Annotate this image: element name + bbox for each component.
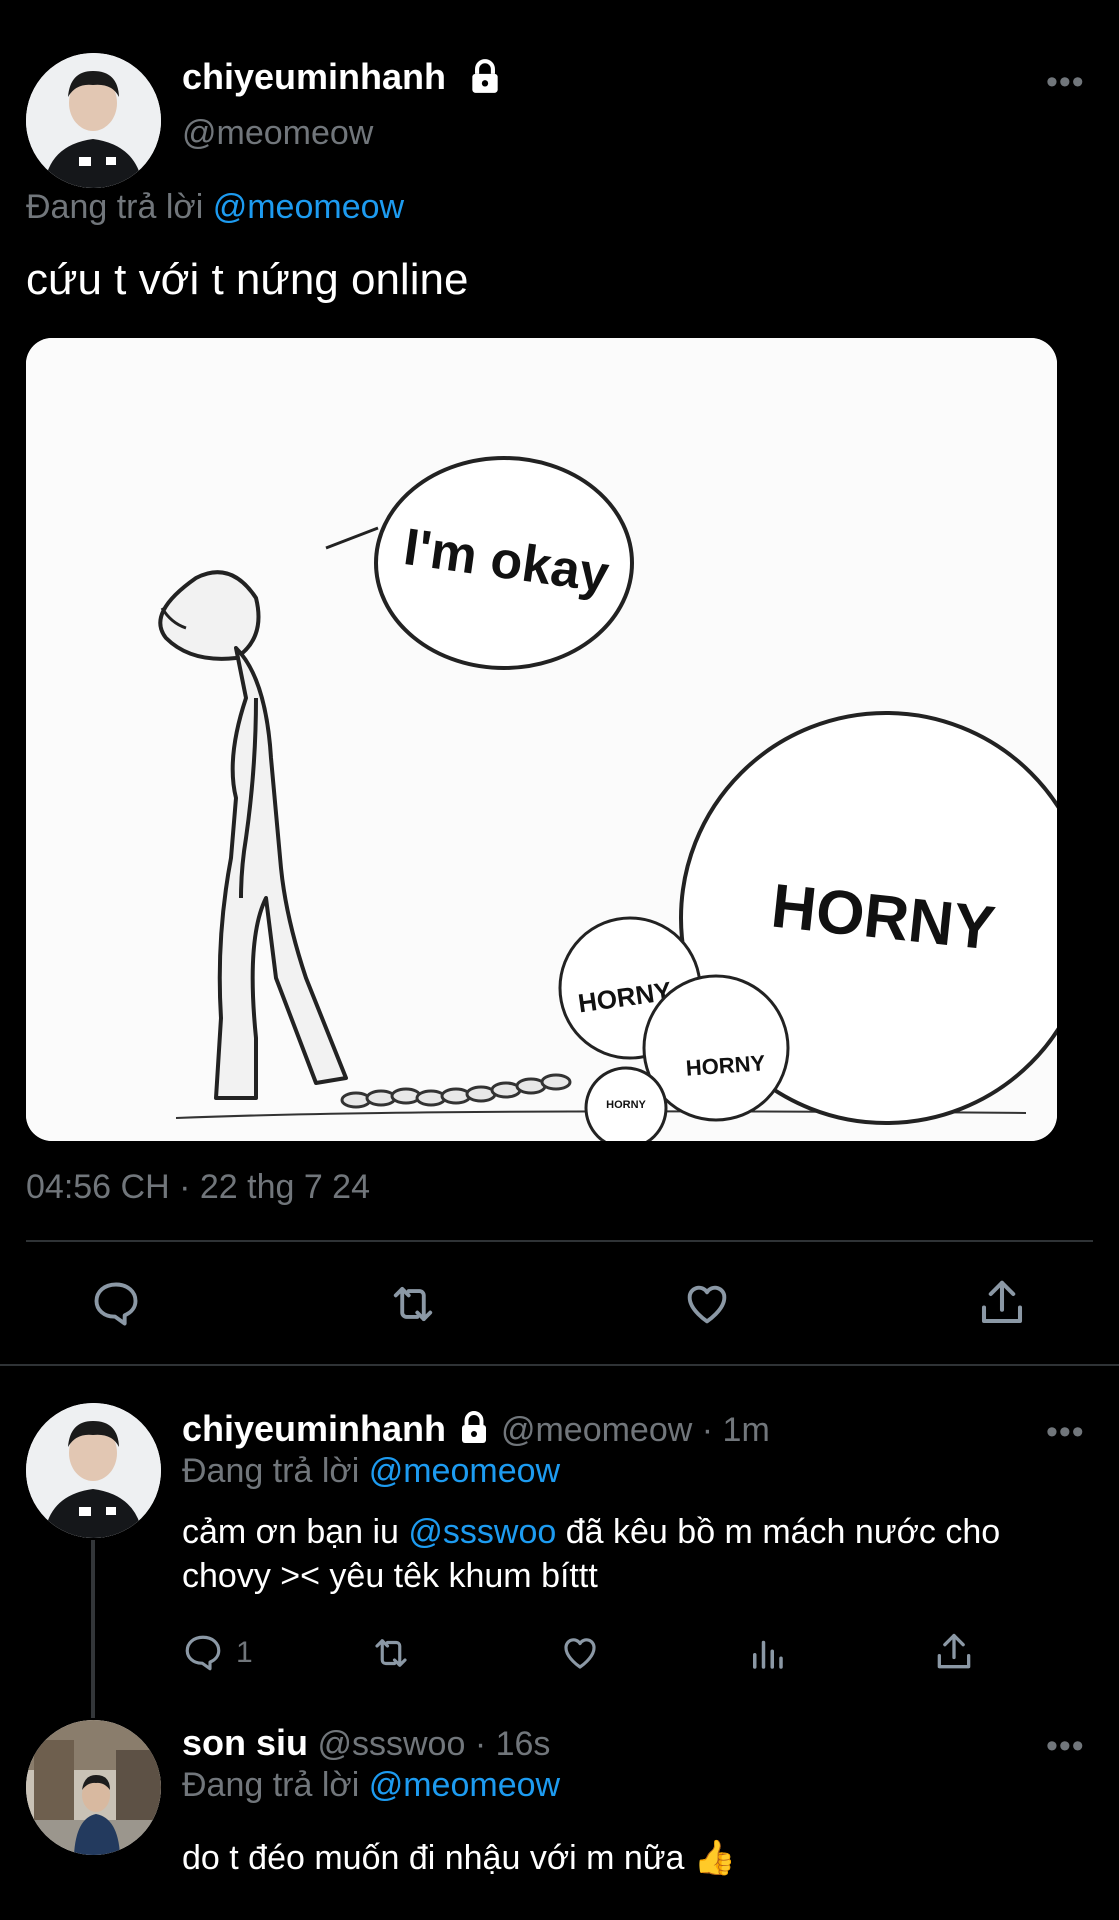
replying-to-mention[interactable]: @meomeow: [369, 1766, 560, 1804]
reply-2-replying-to: Đang trả lời @meomeow: [182, 1766, 560, 1805]
analytics-icon[interactable]: [746, 1632, 788, 1674]
reply-1-handle[interactable]: @meomeow: [501, 1411, 692, 1449]
reply-1-text-start: cảm ơn bạn iu: [182, 1513, 409, 1551]
reply-2-display-name[interactable]: son siu: [182, 1722, 308, 1763]
reply-1-header: chiyeuminhanh @meomeow · 1m: [182, 1408, 770, 1455]
more-options-icon[interactable]: •••: [1046, 1415, 1085, 1449]
reply-1-time[interactable]: · 1m: [702, 1411, 770, 1449]
replying-to-mention[interactable]: @meomeow: [213, 188, 404, 226]
share-icon[interactable]: [932, 1630, 976, 1674]
handle[interactable]: @meomeow: [182, 114, 373, 153]
tweet-image[interactable]: I'm okay HORNY HORNY HORNY HORNY: [26, 338, 1057, 1141]
replying-to-label: Đang trả lời: [182, 1452, 360, 1490]
display-name[interactable]: chiyeuminhanh: [182, 56, 446, 98]
avatar-reply-2[interactable]: [26, 1720, 161, 1855]
reply-1-replying-to: Đang trả lời @meomeow: [182, 1452, 560, 1491]
reply-icon[interactable]: [182, 1632, 224, 1674]
reply-2-time[interactable]: · 16s: [475, 1725, 551, 1763]
heart-icon[interactable]: [558, 1632, 602, 1674]
reply-1-mention[interactable]: @ssswoo: [408, 1513, 556, 1551]
reply-2-header: son siu @ssswoo · 16s: [182, 1722, 550, 1764]
replying-to-label: Đang trả lời: [182, 1766, 360, 1804]
tweet-text: cứu t với t nứng online: [26, 255, 469, 304]
replying-to-label: Đang trả lời: [26, 188, 204, 226]
replying-to: Đang trả lời @meomeow: [26, 188, 404, 227]
retweet-icon[interactable]: [385, 1278, 441, 1330]
reply-count: 1: [236, 1636, 253, 1669]
divider-top: [26, 1240, 1093, 1242]
timestamp[interactable]: 04:56 CH · 22 thg 7 24: [26, 1168, 370, 1207]
reply-icon[interactable]: [90, 1278, 142, 1330]
divider-bottom: [0, 1364, 1119, 1366]
share-icon[interactable]: [975, 1276, 1029, 1330]
reply-1-text: cảm ơn bạn iu @ssswoo đã kêu bồ m mách n…: [182, 1510, 1062, 1598]
ball-3-text: HORNY: [606, 1099, 646, 1111]
thread-line: [91, 1540, 95, 1718]
lock-icon: [466, 58, 504, 101]
replying-to-mention[interactable]: @meomeow: [369, 1452, 560, 1490]
reply-2-text: do t đéo muốn đi nhậu với m nữa 👍: [182, 1839, 737, 1877]
reply-1-display-name[interactable]: chiyeuminhanh: [182, 1408, 446, 1449]
lock-icon: [456, 1410, 492, 1455]
more-options-icon[interactable]: •••: [1046, 65, 1085, 99]
more-options-icon[interactable]: •••: [1046, 1729, 1085, 1763]
heart-icon[interactable]: [680, 1278, 734, 1330]
retweet-icon[interactable]: [368, 1632, 414, 1674]
reply-2-handle[interactable]: @ssswoo: [317, 1725, 465, 1763]
avatar-main[interactable]: [26, 53, 161, 188]
avatar-reply-1[interactable]: [26, 1403, 161, 1538]
